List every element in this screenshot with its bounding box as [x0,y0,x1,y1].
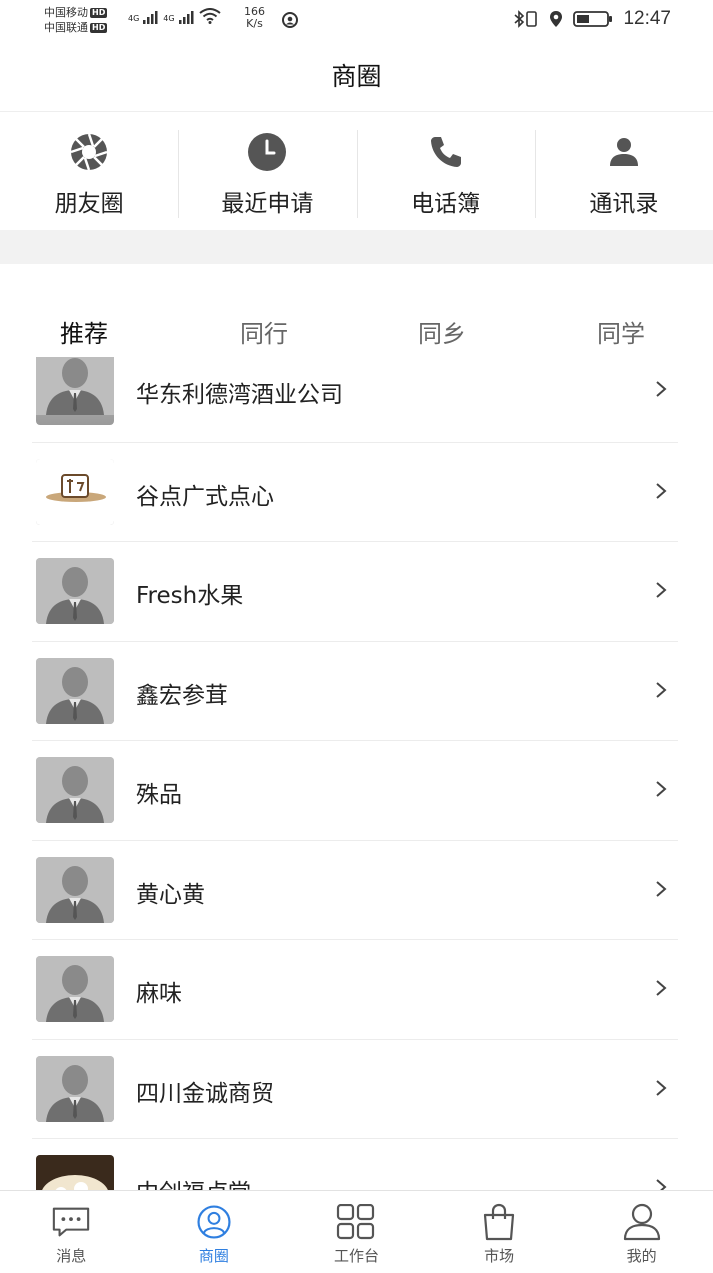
chevron-right-icon [654,879,668,899]
location-icon [550,11,563,27]
list-item[interactable]: 四川金诚商贸 [32,1040,678,1139]
avatar [36,856,114,923]
quick-action-phonebook[interactable]: 电话簿 [356,114,535,230]
avatar [36,657,114,724]
item-name: 麻味 [136,981,182,1007]
page-title: 商圈 [331,62,382,91]
avatar [36,458,114,525]
quick-actions: 朋友圈 最近申请 电话簿 通讯录 [0,114,713,230]
clock: 12:47 [623,8,671,29]
nav-business-circle[interactable]: 商圈 [143,1191,286,1273]
hd-badge: HD [90,22,108,33]
list-item[interactable]: 黄心黄 [32,841,678,940]
aperture-icon [69,132,109,172]
grid-icon [336,1203,376,1241]
tab-same-industry[interactable]: 同行 [240,314,288,349]
list-item[interactable]: 殊品 [32,741,678,841]
chat-icon [51,1203,91,1241]
nav-workbench[interactable]: 工作台 [285,1191,428,1273]
nav-label: 消息 [56,1247,87,1265]
nav-market[interactable]: 市场 [428,1191,571,1273]
avatar [36,1055,114,1122]
phone-icon [426,132,466,172]
carrier-2: 中国联通 [44,21,88,34]
chevron-right-icon [654,1078,668,1098]
quick-action-label: 朋友圈 [54,191,124,217]
shield-icon [282,12,298,28]
chevron-right-icon [654,779,668,799]
contact-list: 华东利德湾酒业公司谷点广式点心Fresh水果鑫宏参茸殊品黄心黄麻味四川金诚商贸中… [0,357,713,1205]
tab-recommended[interactable]: 推荐 [60,314,108,349]
chevron-right-icon [654,580,668,600]
nav-label: 我的 [626,1247,657,1265]
speed-unit: K/s [246,17,263,30]
status-right: 12:47 [513,8,671,30]
item-name: 谷点广式点心 [136,483,274,510]
profile-icon [622,1203,662,1241]
avatar [36,956,114,1022]
nav-messages[interactable]: 消息 [0,1191,143,1273]
nav-label: 商圈 [198,1247,229,1265]
carrier-1: 中国移动 [44,6,88,19]
quick-action-label: 电话簿 [411,191,481,217]
quick-action-moments[interactable]: 朋友圈 [0,114,178,230]
chevron-right-icon [654,481,668,501]
list-item[interactable]: 谷点广式点心 [32,443,678,542]
signal-icon [143,11,158,24]
quick-action-label: 通讯录 [589,191,659,217]
nav-label: 市场 [484,1247,515,1265]
item-name: 黄心黄 [136,881,205,908]
quick-action-contacts[interactable]: 通讯录 [534,114,713,230]
item-name: 华东利德湾酒业公司 [136,382,343,408]
nav-label: 工作台 [333,1247,379,1265]
hd-badge: HD [90,7,108,18]
list-item[interactable]: 麻味 [32,940,678,1040]
item-name: Fresh水果 [136,583,244,609]
nav-mine[interactable]: 我的 [570,1191,713,1273]
signal-icons: 4G 4G [128,8,221,24]
tab-classmates[interactable]: 同学 [597,314,645,349]
quick-action-recent-requests[interactable]: 最近申请 [178,114,356,230]
tab-same-hometown[interactable]: 同乡 [418,314,466,349]
battery-icon [573,11,613,27]
bottom-nav: 消息 商圈 工作台 市场 我的 [0,1190,713,1273]
chevron-right-icon [654,978,668,998]
chevron-right-icon [654,379,668,399]
carrier-info: 中国移动 HD 中国联通 HD [44,5,108,35]
avatar [36,357,114,425]
item-name: 鑫宏参茸 [136,682,228,709]
status-bar: 中国移动 HD 中国联通 HD 4G 4G 166 K/s 12:47 [0,0,713,44]
bluetooth-vibrate-icon [514,10,538,28]
list-item[interactable]: 华东利德湾酒业公司 [32,357,678,443]
clock-icon [247,132,287,172]
title-bar: 商圈 [0,44,713,112]
person-icon [604,132,644,172]
avatar [36,558,114,624]
network-speed: 166 K/s [244,6,265,30]
signal-icon [178,11,194,24]
quick-action-label: 最近申请 [221,191,314,217]
item-name: 四川金诚商贸 [136,1080,274,1107]
section-divider [0,230,713,264]
chevron-right-icon [654,680,668,700]
list-item[interactable]: Fresh水果 [32,542,678,642]
network-type-1: 4G [128,14,140,23]
network-type-2: 4G [163,14,175,23]
item-name: 殊品 [136,782,182,808]
wifi-icon [198,8,221,24]
avatar [36,757,114,823]
bag-icon [479,1203,519,1241]
user-circle-icon [194,1203,234,1241]
list-item[interactable]: 鑫宏参茸 [32,642,678,741]
